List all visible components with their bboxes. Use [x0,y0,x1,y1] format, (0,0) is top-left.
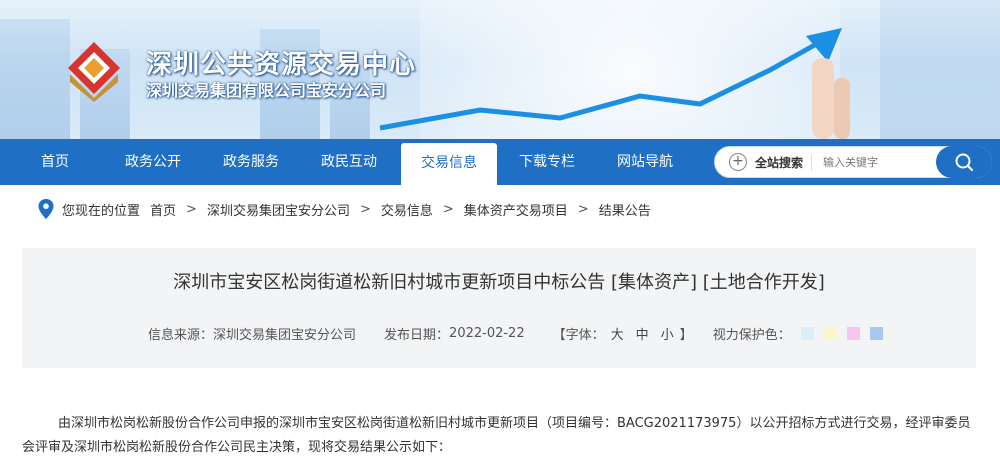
search-box: + 全站搜索 [714,146,992,178]
site-title: 深圳公共资源交易中心 [146,50,417,80]
nav-item-home[interactable]: 首页 [18,139,92,185]
source-label: 信息来源： [148,328,214,343]
site-subtitle: 深圳交易集团有限公司宝安分公司 [146,81,387,100]
eye-care-swatch-steel[interactable] [869,327,883,340]
breadcrumb-branch[interactable]: 深圳交易集团宝安分公司 [207,200,350,219]
breadcrumb-separator: > [359,201,371,217]
date-value: 2022-02-22 [449,326,525,341]
plus-circle-icon[interactable]: + [729,153,747,171]
eye-care-swatch-yellow[interactable] [823,327,837,340]
site-logo [68,42,120,102]
header-banner: 深圳公共资源交易中心 深圳交易集团有限公司宝安分公司 [0,0,1000,139]
location-pin-icon [38,199,54,219]
eye-care-swatch-blue[interactable] [800,327,814,340]
breadcrumb-prefix: 您现在的位置 [62,203,141,219]
nav-item-downloads[interactable]: 下载专栏 [510,139,584,185]
breadcrumb-home[interactable]: 首页 [150,200,176,219]
nav-item-gov-affairs[interactable]: 政务公开 [116,139,190,185]
breadcrumb-collective-assets[interactable]: 集体资产交易项目 [464,200,568,219]
breadcrumb-separator: > [577,201,589,217]
search-scope[interactable]: 全站搜索 [755,154,803,171]
nav-item-trade-info[interactable]: 交易信息 [401,143,497,185]
breadcrumb-result-notice[interactable]: 结果公告 [599,200,651,219]
font-size-medium-button[interactable]: 中 [636,324,649,343]
breadcrumb: 您现在的位置 首页 > 深圳交易集团宝安分公司 > 交易信息 > 集体资产交易项… [38,198,651,220]
article-header: 深圳市宝安区松岗街道松新旧村城市更新项目中标公告 [集体资产] [土地合作开发]… [22,248,976,368]
article-body: 由深圳市松岗松新股份合作公司申报的深圳市宝安区松岗街道松新旧村城市更新项目（项目… [22,416,971,455]
source-value: 深圳交易集团宝安分公司 [213,328,357,343]
search-button[interactable] [936,146,992,178]
nav-item-site-map[interactable]: 网站导航 [608,139,682,185]
article-title: 深圳市宝安区松岗街道松新旧村城市更新项目中标公告 [集体资产] [土地合作开发] [173,272,825,293]
nav-item-interaction[interactable]: 政民互动 [312,139,386,185]
eye-care-label: 视力保护色： [712,328,791,343]
search-input[interactable] [823,152,933,172]
breadcrumb-separator: > [186,201,197,217]
article-meta: 信息来源： 深圳交易集团宝安分公司 发布日期： 2022-02-22 【字体： … [148,324,883,343]
eye-care-swatch-pink[interactable] [846,327,860,340]
magnifier-icon [955,153,974,172]
date-label: 发布日期： [384,328,450,343]
font-size-close: 】 [679,328,693,343]
nav-item-gov-services[interactable]: 政务服务 [214,139,288,185]
breadcrumb-trade-info[interactable]: 交易信息 [381,200,433,219]
font-size-small-button[interactable]: 小 [661,324,674,343]
search-divider [811,155,812,171]
font-size-open: 【字体： [552,328,605,343]
breadcrumb-separator: > [442,201,454,217]
font-size-large-button[interactable]: 大 [611,324,624,343]
